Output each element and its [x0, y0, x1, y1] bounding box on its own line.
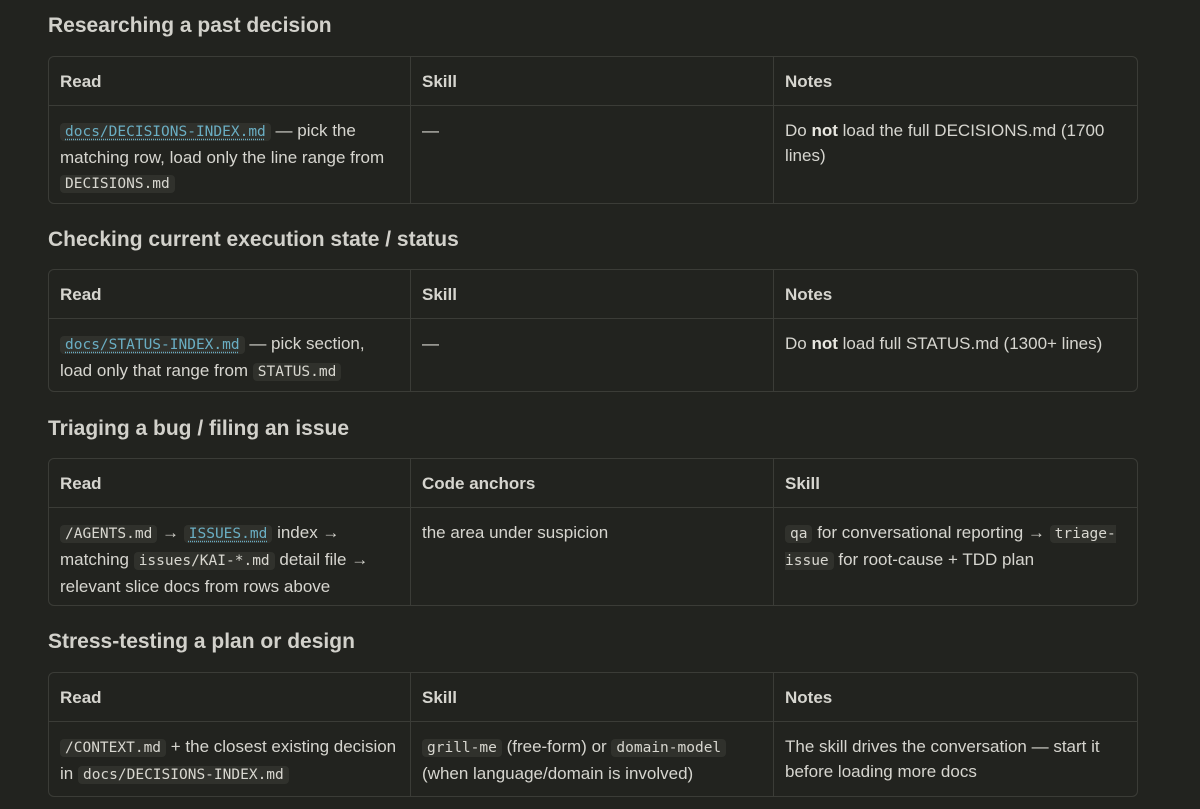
skill-cell: qa for conversational reporting → triage… [774, 508, 1137, 605]
skill-text-2: (when language/domain is involved) [422, 764, 694, 783]
column-header-read: Read [49, 459, 411, 507]
notes-cell: Do not load the full DECISIONS.md (1700 … [774, 106, 1137, 203]
read-cell: docs/STATUS-INDEX.md — pick section, loa… [49, 319, 411, 391]
notes-text-post: load full STATUS.md (1300+ lines) [837, 334, 1103, 353]
notes-text-pre: Do [785, 121, 812, 140]
table-row: /AGENTS.md → ISSUES.md index → matching … [49, 508, 1137, 605]
code-domain-model: domain-model [611, 739, 727, 757]
table-triaging: Read Code anchors Skill /AGENTS.md → ISS… [48, 458, 1138, 606]
notes-text-pre: Do [785, 334, 812, 353]
section-heading-stress-testing: Stress-testing a plan or design [48, 630, 355, 653]
section-heading-triaging: Triaging a bug / filing an issue [48, 417, 350, 440]
notes-cell: The skill drives the conversation — star… [785, 737, 1100, 781]
skill-cell: — [411, 319, 774, 391]
issues-md-link[interactable]: ISSUES.md [183, 525, 273, 543]
table-row: /CONTEXT.md + the closest existing decis… [49, 722, 1137, 796]
column-header-notes: Notes [785, 687, 833, 707]
decisions-index-link[interactable]: docs/DECISIONS-INDEX.md [60, 123, 271, 141]
column-header-read: Read [49, 673, 411, 721]
section-heading-checking-status: Checking current execution state / statu… [48, 228, 459, 251]
read-cell: /AGENTS.md → ISSUES.md index → matching … [49, 508, 411, 605]
table-row: docs/STATUS-INDEX.md — pick section, loa… [49, 319, 1137, 391]
table-stress-testing: Read Skill Notes /CONTEXT.md + the close… [48, 672, 1138, 797]
skill-text-2: for root-cause + TDD plan [833, 550, 1035, 569]
read-cell: docs/DECISIONS-INDEX.md — pick the match… [49, 106, 411, 203]
skill-cell: — [411, 106, 774, 203]
column-header-read: Read [49, 57, 411, 105]
read-cell: /CONTEXT.md + the closest existing decis… [49, 722, 411, 796]
code-grill-me: grill-me [422, 739, 502, 757]
read-text-arrow: → [157, 523, 184, 542]
column-header-skill: Skill [411, 270, 774, 318]
table-header-row: Read Code anchors Skill [49, 459, 1137, 508]
column-header-notes: Notes [785, 284, 833, 304]
document-page: Researching a past decision Read Skill N… [0, 0, 1200, 809]
notes-bold-not: not [811, 334, 838, 353]
column-header-read: Read [49, 270, 411, 318]
code-status-md: STATUS.md [252, 363, 342, 381]
column-header-notes: Notes [785, 71, 833, 91]
code-qa: qa [785, 525, 813, 543]
table-checking-status: Read Skill Notes docs/STATUS-INDEX.md — … [48, 269, 1138, 392]
code-decisions-index: docs/DECISIONS-INDEX.md [77, 766, 289, 784]
table-row: docs/DECISIONS-INDEX.md — pick the match… [49, 106, 1137, 203]
table-header-row: Read Skill Notes [49, 673, 1137, 722]
skill-text-1: (free-form) or [501, 737, 612, 756]
table-researching: Read Skill Notes docs/DECISIONS-INDEX.md… [48, 56, 1138, 204]
code-agents-md: /AGENTS.md [60, 525, 158, 543]
section-heading-researching: Researching a past decision [48, 14, 332, 37]
skill-cell: grill-me (free-form) or domain-model (wh… [411, 722, 774, 796]
code-decisions-md: DECISIONS.md [60, 175, 175, 193]
column-header-skill: Skill [411, 673, 774, 721]
column-header-code-anchors: Code anchors [411, 459, 774, 507]
code-issues-kai: issues/KAI-*.md [133, 552, 275, 570]
table-header-row: Read Skill Notes [49, 57, 1137, 106]
column-header-skill: Skill [785, 473, 820, 493]
skill-text-1: for conversational reporting → [812, 523, 1050, 542]
notes-bold-not: not [811, 121, 838, 140]
code-context-md: /CONTEXT.md [60, 739, 167, 757]
notes-cell: Do not load full STATUS.md (1300+ lines) [774, 319, 1137, 391]
table-header-row: Read Skill Notes [49, 270, 1137, 319]
status-index-link[interactable]: docs/STATUS-INDEX.md [60, 336, 245, 354]
column-header-skill: Skill [411, 57, 774, 105]
code-anchors-cell: the area under suspicion [411, 508, 774, 605]
